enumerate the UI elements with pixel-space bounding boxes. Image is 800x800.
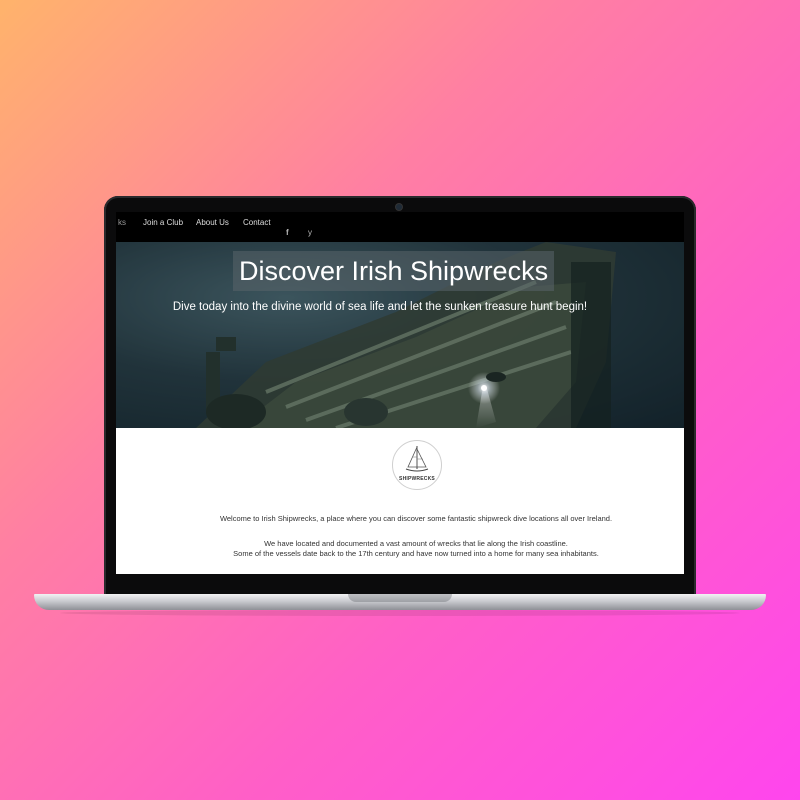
facebook-icon[interactable]: f bbox=[286, 228, 289, 237]
laptop-mockup: ks Join a Club About Us Contact f y Disc… bbox=[0, 0, 800, 800]
main-content: SHIPWRECKS Welcome to Irish Shipwrecks, … bbox=[116, 428, 684, 574]
nav-item-about-us[interactable]: About Us bbox=[196, 218, 229, 227]
detail-paragraph-line-1: We have located and documented a vast am… bbox=[264, 539, 568, 548]
logo-text: SHIPWRECKS bbox=[399, 476, 435, 482]
twitter-icon[interactable]: y bbox=[308, 228, 312, 237]
nav-item-contact[interactable]: Contact bbox=[243, 218, 271, 227]
intro-paragraph: Welcome to Irish Shipwrecks, a place whe… bbox=[219, 514, 613, 523]
nav-brand-fragment[interactable]: ks bbox=[118, 218, 126, 227]
camera-icon bbox=[396, 204, 402, 210]
laptop-notch bbox=[348, 594, 452, 602]
hero-title: Discover Irish Shipwrecks bbox=[233, 251, 555, 291]
hero-subtitle: Dive today into the divine world of sea … bbox=[172, 301, 588, 313]
sailboat-icon bbox=[405, 446, 429, 472]
site-logo[interactable]: SHIPWRECKS bbox=[392, 440, 442, 490]
nav-item-join-a-club[interactable]: Join a Club bbox=[143, 218, 183, 227]
navbar: ks Join a Club About Us Contact f y bbox=[116, 212, 684, 242]
hero-banner: Discover Irish Shipwrecks Dive today int… bbox=[116, 242, 684, 428]
laptop-shadow bbox=[60, 610, 740, 616]
website-screen: ks Join a Club About Us Contact f y Disc… bbox=[116, 212, 684, 574]
detail-paragraph-line-2: Some of the vessels date back to the 17t… bbox=[233, 549, 599, 558]
